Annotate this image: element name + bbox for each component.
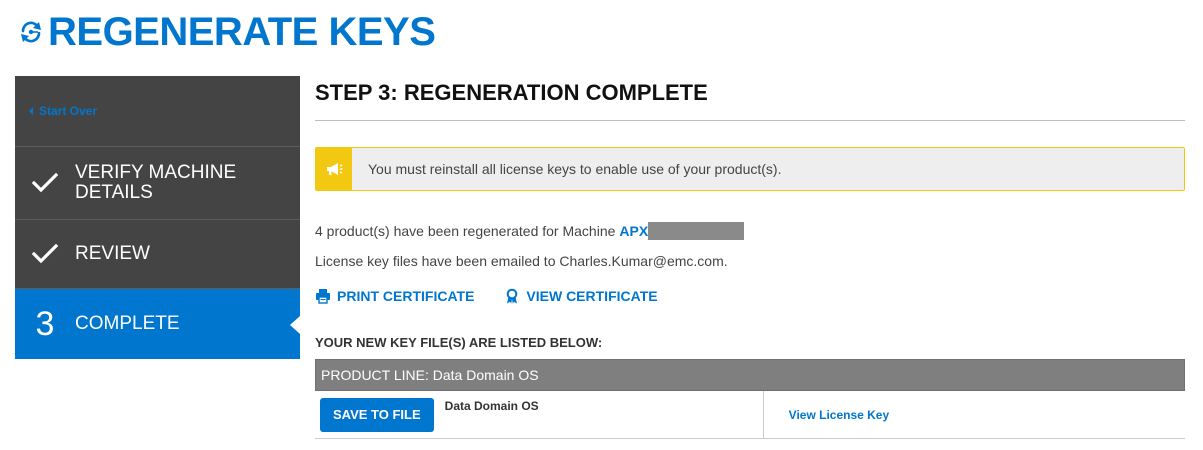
table-row: SAVE TO FILE Data Domain OS View License… (315, 390, 1185, 439)
step-number: 3 (35, 305, 55, 343)
key-files-table: PRODUCT LINE: Data Domain OS SAVE TO FIL… (315, 359, 1185, 439)
column-divider (762, 390, 764, 439)
page-title: REGENERATE KEYS (48, 10, 436, 54)
step-label: COMPLETE (75, 313, 180, 334)
print-certificate-label: PRINT CERTIFICATE (337, 288, 475, 304)
machine-id[interactable]: APX (619, 223, 648, 239)
step-number-marker: 3 (15, 307, 75, 341)
print-certificate-link[interactable]: PRINT CERTIFICATE (315, 288, 474, 304)
regen-text: 4 product(s) have been regenerated for M… (315, 223, 616, 239)
regeneration-summary: 4 product(s) have been regenerated for M… (315, 222, 745, 240)
chevron-left-icon (29, 107, 33, 115)
refresh-key-icon (18, 19, 44, 45)
step-title: STEP 3: REGENERATION COMPLETE (315, 76, 1185, 121)
wizard-sidebar: Start Over VERIFY MACHINE DETAILS REVIEW… (15, 76, 300, 359)
alert-message: You must reinstall all license keys to e… (368, 161, 782, 177)
step-review[interactable]: REVIEW (15, 220, 300, 289)
key-files-heading: YOUR NEW KEY FILE(S) ARE LISTED BELOW: (315, 335, 603, 350)
start-over-row: Start Over (15, 76, 300, 147)
product-line-header: PRODUCT LINE: Data Domain OS (315, 359, 1185, 391)
step-complete: 3 COMPLETE (15, 289, 300, 359)
email-notice: License key files have been emailed to C… (315, 253, 728, 269)
checkmark-icon (15, 173, 75, 193)
redacted-block (648, 222, 745, 240)
page-header: REGENERATE KEYS (18, 8, 436, 56)
start-over-link[interactable]: Start Over (29, 104, 97, 118)
reinstall-alert: You must reinstall all license keys to e… (315, 147, 1185, 191)
save-to-file-button[interactable]: SAVE TO FILE (320, 397, 434, 432)
step-verify-machine-details[interactable]: VERIFY MACHINE DETAILS (15, 147, 300, 220)
checkmark-icon (15, 244, 75, 264)
view-certificate-label: VIEW CERTIFICATE (526, 288, 658, 304)
view-certificate-link[interactable]: VIEW CERTIFICATE (504, 288, 658, 304)
main-content: STEP 3: REGENERATION COMPLETE You must r… (315, 76, 1185, 439)
certificate-actions: PRINT CERTIFICATE VIEW CERTIFICATE (315, 288, 658, 304)
megaphone-icon (316, 148, 352, 190)
view-license-key-link[interactable]: View License Key (789, 408, 890, 422)
ribbon-award-icon (504, 288, 520, 304)
step-label: REVIEW (75, 243, 150, 264)
start-over-label: Start Over (39, 104, 98, 118)
active-step-pointer (290, 316, 300, 334)
printer-icon (315, 288, 331, 304)
step-label: VERIFY MACHINE DETAILS (75, 162, 237, 203)
product-name: Data Domain OS (444, 399, 539, 413)
